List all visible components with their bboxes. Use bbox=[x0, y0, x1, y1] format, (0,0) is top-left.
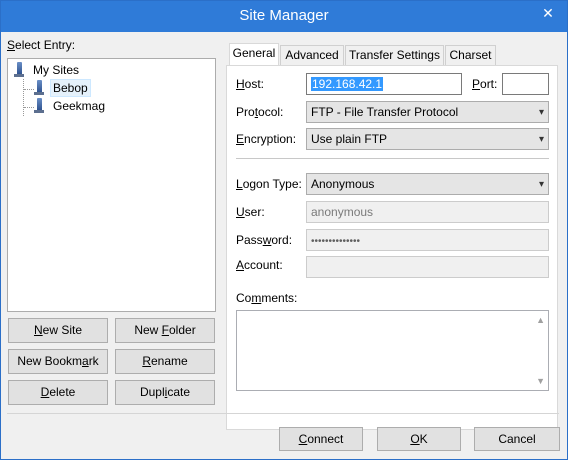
tab-advanced[interactable]: Advanced bbox=[280, 45, 344, 65]
comments-label: Comments: bbox=[236, 291, 298, 305]
account-label: Account: bbox=[236, 258, 283, 272]
rename-button[interactable]: Rename bbox=[115, 349, 215, 374]
scroll-down-arrow-icon[interactable]: ▼ bbox=[536, 376, 545, 386]
close-icon: ✕ bbox=[542, 5, 554, 21]
tab-general[interactable]: General bbox=[229, 43, 279, 65]
site-icon bbox=[34, 80, 44, 95]
sites-folder-icon bbox=[14, 62, 24, 77]
encryption-select[interactable]: Use plain FTP ▾ bbox=[306, 128, 549, 150]
comments-textarea[interactable]: ▲ ▼ bbox=[236, 310, 549, 391]
duplicate-button[interactable]: Duplicate bbox=[115, 380, 215, 405]
protocol-select[interactable]: FTP - File Transfer Protocol ▾ bbox=[306, 101, 549, 123]
port-input[interactable] bbox=[502, 73, 549, 95]
user-label: User: bbox=[236, 205, 265, 219]
cancel-button[interactable]: Cancel bbox=[474, 427, 560, 451]
footer-separator bbox=[7, 413, 559, 414]
close-button[interactable]: ✕ bbox=[535, 2, 561, 24]
host-label: Host: bbox=[236, 77, 265, 91]
password-label: Password: bbox=[236, 233, 293, 247]
new-bookmark-button[interactable]: New Bookmark bbox=[8, 349, 108, 374]
window-title: Site Manager bbox=[239, 7, 329, 24]
site-icon bbox=[34, 98, 44, 113]
chevron-down-icon: ▾ bbox=[538, 179, 544, 190]
user-input[interactable]: anonymous bbox=[306, 201, 549, 223]
tab-transfer-settings[interactable]: Transfer Settings bbox=[345, 45, 444, 65]
account-input[interactable] bbox=[306, 256, 549, 278]
tree-connector bbox=[24, 89, 34, 90]
title-bar[interactable]: Site Manager ✕ bbox=[1, 1, 567, 32]
delete-button[interactable]: Delete bbox=[8, 380, 108, 405]
dialog-client-area: Select Entry: My Sites Bebop Geekmag New… bbox=[1, 32, 567, 459]
tree-connector bbox=[23, 79, 24, 116]
separator bbox=[236, 158, 549, 159]
site-tree[interactable]: My Sites Bebop Geekmag bbox=[7, 58, 216, 312]
general-tab-panel: Host: 192.168.42.1 Port: Protocol: FTP -… bbox=[226, 65, 558, 430]
connect-button[interactable]: Connect bbox=[279, 427, 363, 451]
select-entry-label: Select Entry: bbox=[7, 38, 76, 52]
password-input[interactable]: •••••••••••••• bbox=[306, 229, 549, 251]
host-input[interactable]: 192.168.42.1 bbox=[306, 73, 462, 95]
chevron-down-icon: ▾ bbox=[538, 134, 544, 145]
ok-button[interactable]: OK bbox=[377, 427, 461, 451]
protocol-label: Protocol: bbox=[236, 105, 284, 119]
new-site-button[interactable]: New Site bbox=[8, 318, 108, 343]
new-folder-button[interactable]: New Folder bbox=[115, 318, 215, 343]
scroll-up-arrow-icon[interactable]: ▲ bbox=[536, 315, 545, 325]
logon-type-select[interactable]: Anonymous ▾ bbox=[306, 173, 549, 195]
chevron-down-icon: ▾ bbox=[538, 107, 544, 118]
port-label: Port: bbox=[472, 77, 498, 91]
tree-connector bbox=[24, 107, 34, 108]
logon-type-label: Logon Type: bbox=[236, 177, 302, 191]
tab-charset[interactable]: Charset bbox=[445, 45, 496, 65]
site-manager-window: Site Manager ✕ Select Entry: My Sites Be… bbox=[0, 0, 568, 460]
encryption-label: Encryption: bbox=[236, 132, 297, 146]
